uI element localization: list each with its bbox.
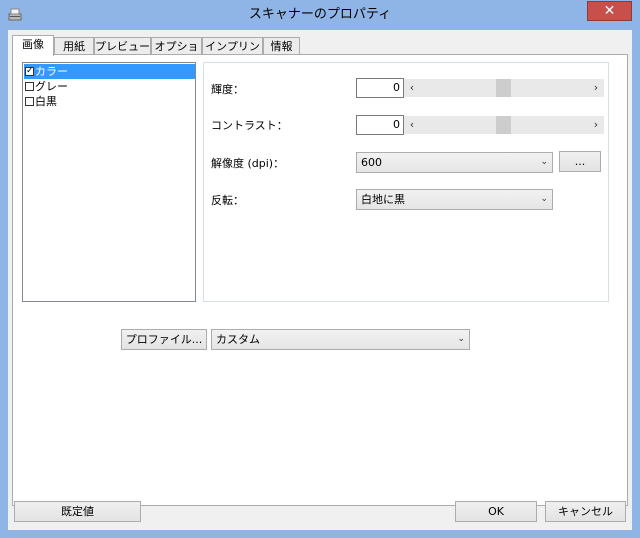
cancel-button[interactable]: キャンセル — [545, 501, 626, 522]
profile-button[interactable]: プロファイル... — [121, 329, 207, 350]
profile-dropdown[interactable]: カスタム ⌄ — [211, 329, 470, 350]
scroll-left-icon[interactable]: ‹ — [404, 116, 420, 134]
tab-options[interactable]: オプション — [151, 37, 202, 70]
list-item-gray[interactable]: グレー — [24, 79, 195, 94]
mode-label: 白黒 — [35, 95, 57, 108]
contrast-slider[interactable]: ‹ › — [404, 116, 604, 134]
tab-paper[interactable]: 用紙 — [54, 37, 94, 55]
invert-value: 白地に黒 — [361, 193, 405, 206]
brightness-slider[interactable]: ‹ › — [404, 79, 604, 97]
image-mode-list[interactable]: ✓カラー グレー 白黒 — [22, 62, 196, 302]
invert-dropdown[interactable]: 白地に黒 ⌄ — [356, 189, 553, 210]
checkbox-icon[interactable] — [25, 96, 34, 106]
checkmark-icon[interactable]: ✓ — [25, 66, 34, 76]
brightness-field[interactable]: 0 — [356, 78, 404, 98]
tab-imprinter[interactable]: インプリンター — [202, 37, 263, 70]
resolution-more-button[interactable]: ... — [559, 151, 601, 172]
contrast-label: コントラスト： — [211, 119, 288, 132]
contrast-field[interactable]: 0 — [356, 115, 404, 135]
settings-group: 輝度： 0 ‹ › コントラスト： 0 ‹ › 解像度 (dpi)： 600 ⌄… — [203, 62, 609, 302]
close-button[interactable]: ✕ — [587, 1, 632, 21]
scroll-right-icon[interactable]: › — [588, 79, 604, 97]
tab-info[interactable]: 情報 — [263, 37, 300, 55]
brightness-label: 輝度： — [211, 83, 244, 96]
tab-image[interactable]: 画像 — [12, 35, 54, 56]
dialog-body: 画像 用紙 プレビュー オプション インプリンター 情報 ✓カラー グレー 白黒… — [8, 30, 632, 530]
window-title: スキャナーのプロパティ — [248, 7, 392, 22]
slider-thumb[interactable] — [496, 79, 511, 97]
profile-value: カスタム — [216, 333, 260, 346]
scroll-left-icon[interactable]: ‹ — [404, 79, 420, 97]
slider-thumb[interactable] — [496, 116, 511, 134]
image-tab-panel: ✓カラー グレー 白黒 輝度： 0 ‹ › コントラスト： 0 ‹ › 解像度 … — [12, 54, 628, 506]
title-bar[interactable]: スキャナーのプロパティ ✕ — [0, 0, 640, 30]
invert-label: 反転： — [211, 194, 244, 207]
tab-preview[interactable]: プレビュー — [94, 37, 151, 55]
resolution-value: 600 — [361, 156, 382, 169]
resolution-dropdown[interactable]: 600 ⌄ — [356, 152, 553, 173]
list-item-monochrome[interactable]: 白黒 — [24, 94, 195, 109]
resolution-label: 解像度 (dpi)： — [211, 157, 285, 170]
chevron-down-icon: ⌄ — [457, 334, 465, 344]
scroll-right-icon[interactable]: › — [588, 116, 604, 134]
scanner-properties-window: スキャナーのプロパティ ✕ 画像 用紙 プレビュー オプション インプリンター … — [0, 0, 640, 538]
list-item-color[interactable]: ✓カラー — [24, 64, 195, 79]
mode-label: カラー — [35, 65, 68, 78]
chevron-down-icon: ⌄ — [540, 194, 548, 204]
chevron-down-icon: ⌄ — [540, 157, 548, 167]
ok-button[interactable]: OK — [455, 501, 537, 522]
mode-label: グレー — [35, 80, 68, 93]
default-button[interactable]: 既定値 — [14, 501, 141, 522]
checkbox-icon[interactable] — [25, 81, 34, 91]
